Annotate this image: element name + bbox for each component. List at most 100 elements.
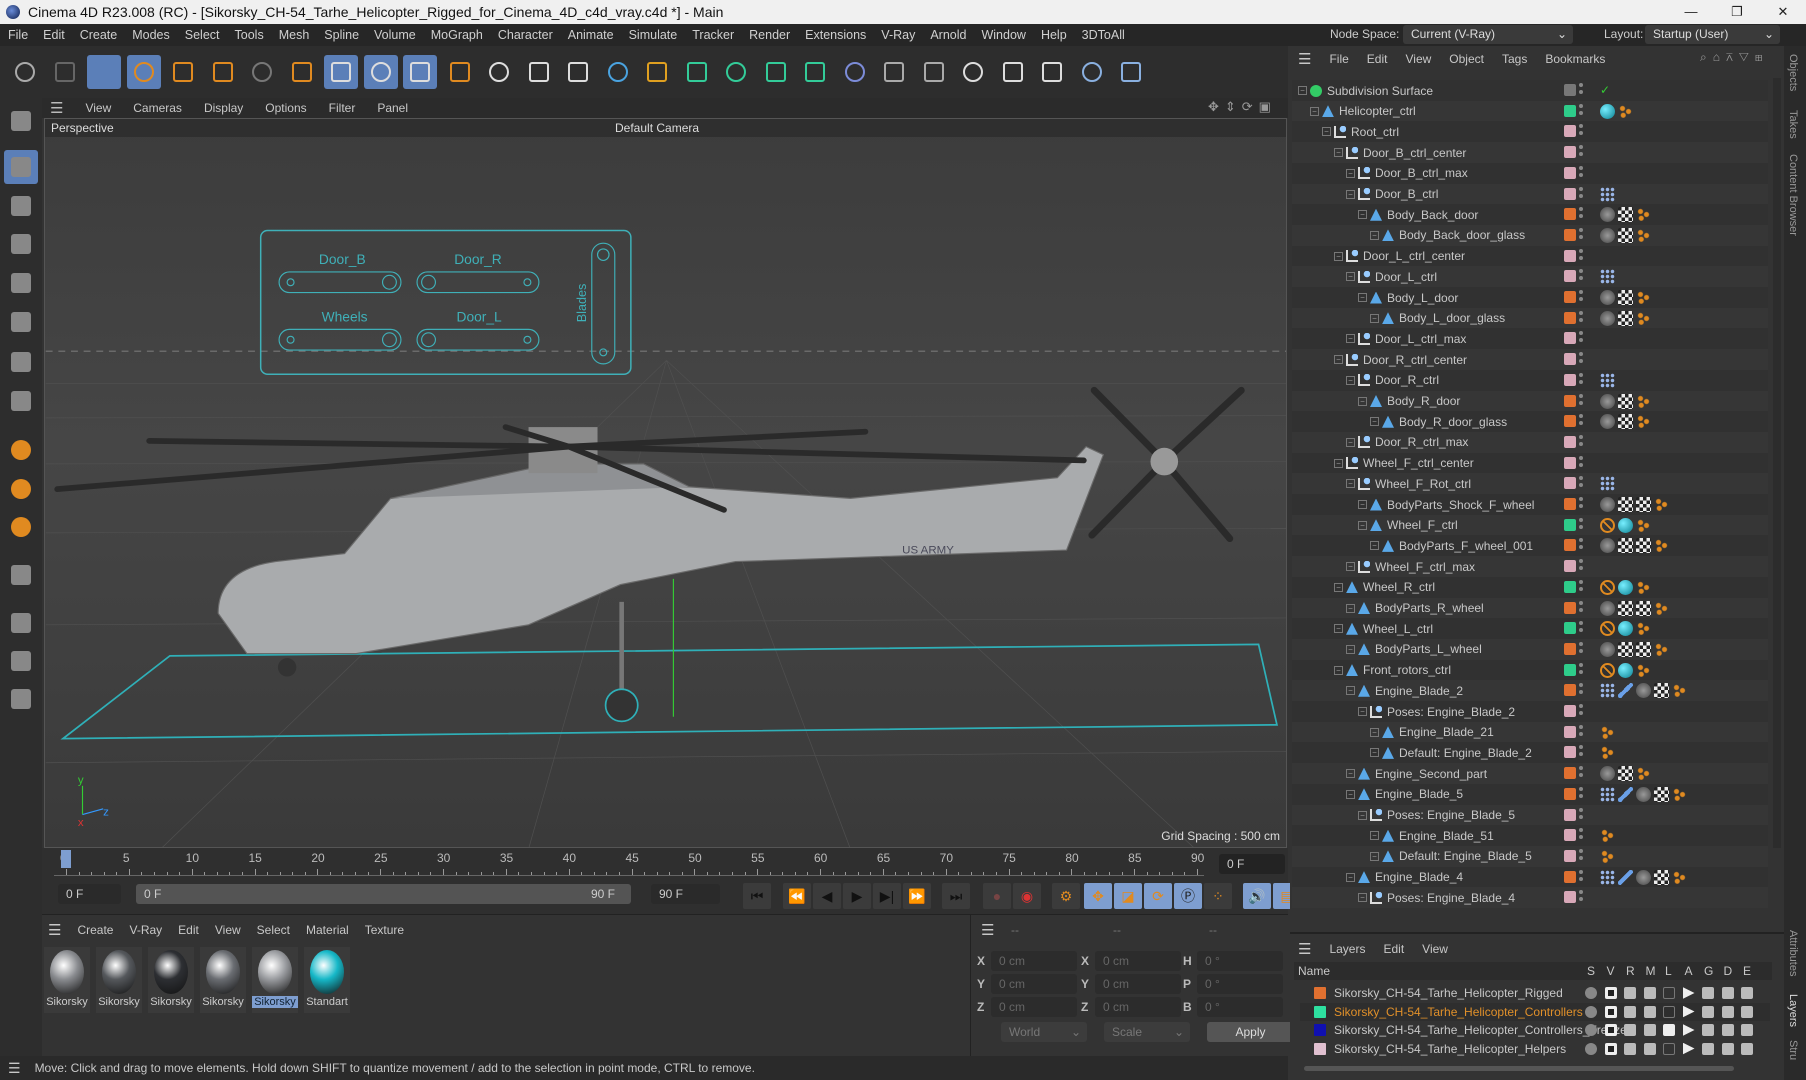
- layer-row[interactable]: Sikorsky_CH-54_Tarhe_Helicopter_Controll…: [1300, 1002, 1770, 1021]
- points-tag-icon[interactable]: [1600, 869, 1615, 885]
- playhead[interactable]: [61, 850, 71, 868]
- minimize-button[interactable]: —: [1668, 0, 1714, 24]
- layer-lock-toggle-icon[interactable]: [1663, 1005, 1675, 1018]
- dots-tag-icon[interactable]: [1672, 683, 1687, 699]
- object-row[interactable]: − Poses: Engine_Blade_4: [1292, 887, 1768, 909]
- object-menu-view[interactable]: View: [1405, 52, 1431, 66]
- layer-expressions-toggle-icon[interactable]: [1741, 1042, 1753, 1055]
- object-row[interactable]: − Engine_Blade_51: [1292, 825, 1768, 847]
- dots-tag-icon[interactable]: [1636, 621, 1651, 637]
- y-axis-icon[interactable]: [363, 55, 398, 89]
- layer-row[interactable]: Sikorsky_CH-54_Tarhe_Helicopter_Helpers: [1300, 1040, 1770, 1058]
- layer-color-swatch[interactable]: [1564, 208, 1576, 221]
- visibility-dots[interactable]: [1579, 517, 1583, 532]
- visibility-dots[interactable]: [1579, 434, 1583, 449]
- vray-tag-icon[interactable]: [1600, 766, 1615, 782]
- object-row[interactable]: − Front_rotors_ctrl: [1292, 659, 1768, 681]
- object-row[interactable]: − Engine_Blade_21: [1292, 721, 1768, 743]
- layer-menu-edit[interactable]: Edit: [1383, 942, 1404, 956]
- points-tag-icon[interactable]: [1600, 476, 1615, 492]
- layer-column-d[interactable]: D: [1724, 964, 1733, 978]
- menu-window[interactable]: Window: [981, 28, 1025, 42]
- expand-toggle-icon[interactable]: −: [1334, 355, 1343, 365]
- object-row[interactable]: − Door_B_ctrl_center: [1292, 142, 1768, 164]
- rotate-icon[interactable]: [206, 55, 240, 89]
- layer-expressions-toggle-icon[interactable]: [1741, 1005, 1753, 1018]
- vray-tag-icon[interactable]: [1600, 641, 1615, 657]
- snap-s-icon[interactable]: [4, 433, 38, 467]
- light-icon[interactable]: [996, 55, 1030, 89]
- visibility-dots[interactable]: [1579, 414, 1583, 428]
- vray-tag-icon[interactable]: [1600, 497, 1615, 512]
- coordinate-mode-dropdown[interactable]: World ⌄: [1001, 1022, 1087, 1042]
- previous-frame-button[interactable]: ◀: [813, 883, 841, 909]
- layer-color-swatch[interactable]: [1564, 104, 1576, 117]
- layer-color-swatch[interactable]: [1564, 332, 1576, 345]
- layer-color-swatch[interactable]: [1564, 146, 1576, 159]
- expand-toggle-icon[interactable]: −: [1346, 168, 1355, 178]
- checker-tag-icon[interactable]: [1618, 227, 1633, 243]
- coord-field[interactable]: 0 °: [1197, 997, 1283, 1017]
- snap-s3-icon[interactable]: [4, 510, 38, 544]
- viewport-menu-panel[interactable]: Panel: [377, 101, 408, 115]
- dots-tag-icon[interactable]: [1636, 310, 1651, 326]
- layer-color-swatch[interactable]: [1314, 1042, 1326, 1055]
- material-menu-create[interactable]: Create: [77, 923, 113, 937]
- previous-key-button[interactable]: ⏪: [783, 883, 811, 909]
- object-row[interactable]: − Wheel_L_ctrl: [1292, 618, 1768, 640]
- material-swatch[interactable]: Sikorsky: [96, 947, 142, 1013]
- effector-icon[interactable]: [798, 55, 832, 89]
- points-tag-icon[interactable]: [1600, 683, 1615, 699]
- pen-icon[interactable]: [640, 55, 674, 89]
- layer-generators-toggle-icon[interactable]: [1702, 1005, 1714, 1018]
- layer-animation-toggle-icon[interactable]: [1682, 1024, 1695, 1036]
- recent-tool-icon[interactable]: [245, 55, 279, 89]
- visibility-dots[interactable]: [1579, 248, 1583, 263]
- points-tag-icon[interactable]: [1600, 269, 1615, 285]
- object-menu-tags[interactable]: Tags: [1502, 52, 1527, 66]
- coord-field[interactable]: 0 cm: [991, 974, 1077, 994]
- material-swatch[interactable]: Sikorsky: [148, 947, 194, 1013]
- layer-color-swatch[interactable]: [1564, 705, 1576, 717]
- visibility-dots[interactable]: [1579, 890, 1583, 904]
- bone-tag-icon[interactable]: [1618, 683, 1633, 699]
- checker-tag-icon[interactable]: [1618, 766, 1633, 782]
- lock-workplane-icon[interactable]: [4, 644, 38, 678]
- menu-3dtoall[interactable]: 3DToAll: [1082, 28, 1125, 42]
- expand-toggle-icon[interactable]: −: [1370, 831, 1379, 841]
- expand-toggle-icon[interactable]: −: [1346, 686, 1355, 696]
- dots-tag-icon[interactable]: [1636, 414, 1651, 430]
- deformer-icon[interactable]: [838, 55, 872, 89]
- coordinate-type-dropdown[interactable]: Scale ⌄: [1104, 1022, 1190, 1042]
- layer-expressions-toggle-icon[interactable]: [1741, 1024, 1753, 1036]
- bone-tag-icon[interactable]: [1618, 786, 1633, 802]
- select-icon[interactable]: [87, 55, 121, 89]
- layer-color-swatch[interactable]: [1314, 1024, 1326, 1036]
- expand-toggle-icon[interactable]: −: [1358, 396, 1367, 406]
- subdivision-icon[interactable]: [680, 55, 714, 89]
- model-mode-icon[interactable]: [4, 150, 38, 184]
- menu-modes[interactable]: Modes: [132, 28, 170, 42]
- sphere-tag-icon[interactable]: [1618, 517, 1633, 533]
- viewport-menu-cameras[interactable]: Cameras: [133, 101, 182, 115]
- vray-tag-icon[interactable]: [1600, 310, 1615, 326]
- dots-tag-icon[interactable]: [1636, 766, 1651, 782]
- menu-volume[interactable]: Volume: [374, 28, 416, 42]
- dots-tag-icon[interactable]: [1636, 207, 1651, 223]
- layer-color-swatch[interactable]: [1564, 829, 1576, 842]
- object-row[interactable]: − Body_R_door_glass: [1292, 411, 1768, 433]
- visibility-dots[interactable]: [1579, 290, 1583, 304]
- layer-column-s[interactable]: S: [1587, 964, 1595, 978]
- dots-tag-icon[interactable]: [1636, 662, 1651, 678]
- play-button[interactable]: ▶: [843, 883, 871, 909]
- field-icon[interactable]: [877, 55, 911, 89]
- dots-tag-icon[interactable]: [1636, 579, 1651, 595]
- layer-lock-toggle-icon[interactable]: [1663, 1024, 1675, 1036]
- visibility-dots[interactable]: [1579, 165, 1583, 180]
- visibility-dots[interactable]: [1579, 538, 1583, 552]
- layer-animation-toggle-icon[interactable]: [1682, 987, 1695, 999]
- python-script-icon[interactable]: [1114, 55, 1148, 89]
- dots-tag-icon[interactable]: [1672, 786, 1687, 802]
- object-menu-object[interactable]: Object: [1449, 52, 1484, 66]
- points-tag-icon[interactable]: [1600, 372, 1615, 388]
